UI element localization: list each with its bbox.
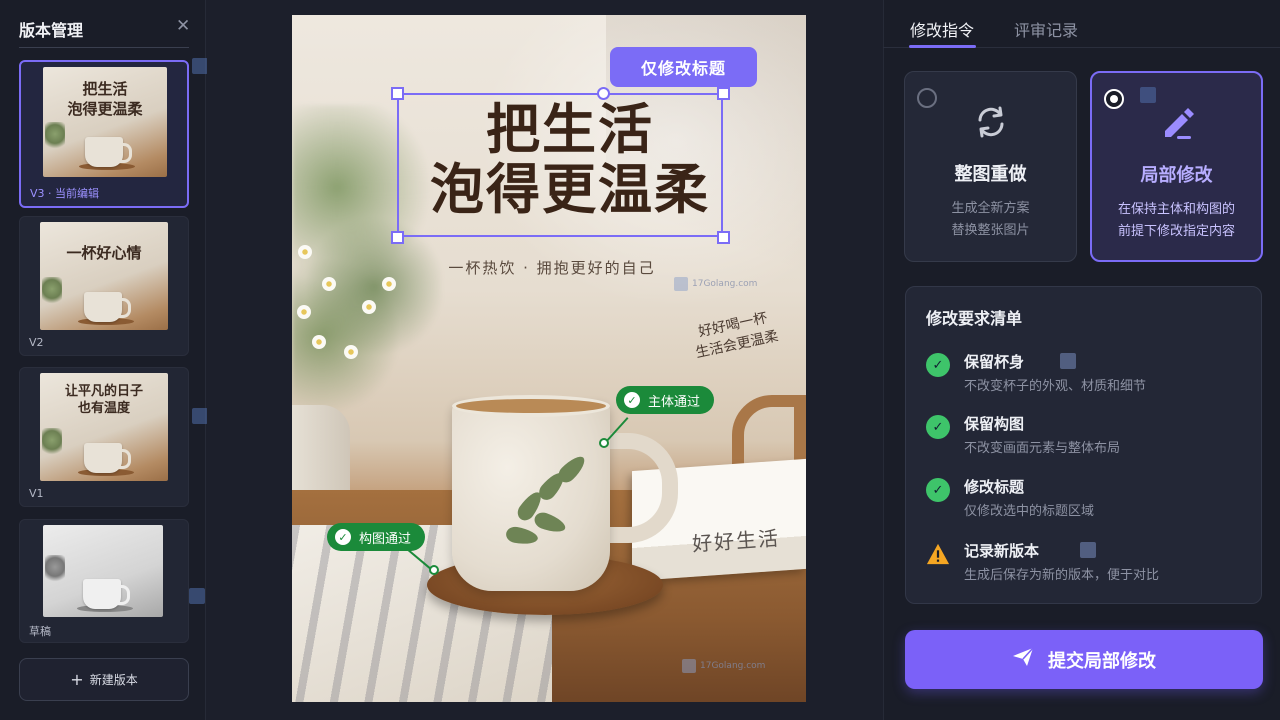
mode-card-full-redo[interactable]: 整图重做 生成全新方案 替换整张图片 xyxy=(904,71,1077,262)
watermark-icon xyxy=(189,588,205,604)
version-card-draft[interactable]: 草稿 xyxy=(19,519,189,643)
version-thumbnail: 让平凡的日子 也有温度 xyxy=(40,373,168,481)
refresh-icon xyxy=(905,102,1076,142)
version-label: 草稿 xyxy=(29,625,51,638)
item-description: 生成后保存为新的版本，便于对比 xyxy=(964,568,1160,583)
mode-card-local-edit[interactable]: 局部修改 在保持主体和构图的 前提下修改指定内容 xyxy=(1090,71,1263,262)
mode-description: 生成全新方案 替换整张图片 xyxy=(951,201,1030,238)
subject-pin xyxy=(599,438,609,448)
submit-label: 提交局部修改 xyxy=(1048,650,1156,672)
divider xyxy=(19,47,189,48)
close-icon[interactable]: ✕ xyxy=(176,18,190,35)
requirements-checklist: 修改要求清单 ✓ 保留杯身 不改变杯子的外观、材质和细节 ✓ 保留构图 不改变画… xyxy=(905,286,1262,604)
mode-title: 局部修改 xyxy=(1140,165,1213,186)
check-icon: ✓ xyxy=(624,392,640,408)
checklist-title: 修改要求清单 xyxy=(926,309,1023,328)
check-circle-icon: ✓ xyxy=(926,415,950,439)
mode-description: 在保持主体和构图的 前提下修改指定内容 xyxy=(1117,202,1235,239)
version-sidebar: 版本管理 ✕ 把生活 泡得更温柔 V3 · 当前编辑 一杯好心情 V2 让平凡的… xyxy=(0,0,206,720)
book-title: 好好生活 xyxy=(691,525,781,557)
watermark-icon xyxy=(1080,542,1096,558)
version-thumbnail: 把生活 泡得更温柔 xyxy=(43,67,167,177)
edit-pen-icon xyxy=(1092,103,1261,143)
headline-selection-box[interactable] xyxy=(397,93,723,237)
submit-local-edit-button[interactable]: 提交局部修改 xyxy=(905,630,1263,689)
send-icon xyxy=(1012,647,1034,672)
version-label: V3 · 当前编辑 xyxy=(30,187,100,200)
thumbnail-title: 把生活 泡得更温柔 xyxy=(67,80,143,118)
poster-subtitle: 一杯热饮 · 拥抱更好的自己 xyxy=(448,259,656,277)
check-circle-icon: ✓ xyxy=(926,353,950,377)
resize-handle-bottom-right[interactable] xyxy=(717,231,730,244)
selection-tag: 仅修改标题 xyxy=(610,47,757,87)
watermark-icon xyxy=(192,58,208,74)
checklist-item: ✓ 保留构图 不改变画面元素与整体布局 xyxy=(926,413,1246,461)
checklist-item: ✓ 保留杯身 不改变杯子的外观、材质和细节 xyxy=(926,351,1246,399)
subject-pass-tag: ✓ 主体通过 xyxy=(616,386,715,414)
composition-pass-tag: ✓ 构图通过 xyxy=(327,523,426,551)
item-name: 记录新版本 xyxy=(964,542,1040,560)
rotate-handle[interactable] xyxy=(597,87,610,100)
check-circle-icon: ✓ xyxy=(926,478,950,502)
watermark-icon xyxy=(1060,353,1076,369)
watermark-icon xyxy=(192,408,208,424)
version-thumbnail xyxy=(43,525,163,617)
tab-instructions[interactable]: 修改指令 xyxy=(910,17,974,41)
version-label: V2 xyxy=(29,336,44,349)
resize-handle-top-right[interactable] xyxy=(717,87,730,100)
version-thumbnail: 一杯好心情 xyxy=(40,222,168,330)
watermark-icon xyxy=(674,277,688,291)
thumbnail-title: 让平凡的日子 也有温度 xyxy=(64,384,143,416)
item-name: 保留杯身 xyxy=(964,353,1025,371)
resize-handle-top-left[interactable] xyxy=(391,87,404,100)
version-label: V1 xyxy=(29,487,44,500)
check-icon: ✓ xyxy=(335,529,351,545)
watermark-icon xyxy=(682,659,696,673)
item-description: 仅修改选中的标题区域 xyxy=(964,504,1095,519)
version-card-v1[interactable]: 让平凡的日子 也有温度 V1 xyxy=(19,367,189,507)
composition-pin xyxy=(429,565,439,575)
plus-icon: + xyxy=(70,669,84,689)
checklist-item: ✓ 修改标题 仅修改选中的标题区域 xyxy=(926,476,1246,524)
tab-review-log[interactable]: 评审记录 xyxy=(1014,17,1078,41)
version-card-v3[interactable]: 把生活 泡得更温柔 V3 · 当前编辑 xyxy=(19,60,189,208)
watermark: 17Golang.com xyxy=(682,659,765,673)
item-description: 不改变杯子的外观、材质和细节 xyxy=(964,379,1147,394)
item-name: 保留构图 xyxy=(964,415,1025,433)
warning-icon xyxy=(926,542,950,566)
watermark-icon xyxy=(1140,87,1156,103)
item-name: 修改标题 xyxy=(964,478,1025,496)
new-version-button[interactable]: + 新建版本 xyxy=(19,658,189,701)
version-card-v2[interactable]: 一杯好心情 V2 xyxy=(19,216,189,356)
new-version-label: 新建版本 xyxy=(89,673,138,687)
thumbnail-title: 一杯好心情 xyxy=(66,244,142,262)
sidebar-title: 版本管理 xyxy=(19,21,84,40)
mode-title: 整图重做 xyxy=(954,164,1027,185)
watermark: 17Golang.com xyxy=(674,277,757,291)
item-description: 不改变画面元素与整体布局 xyxy=(964,441,1121,456)
active-tab-indicator xyxy=(909,45,976,48)
checklist-item: 记录新版本 生成后保存为新的版本，便于对比 xyxy=(926,540,1246,588)
resize-handle-bottom-left[interactable] xyxy=(391,231,404,244)
